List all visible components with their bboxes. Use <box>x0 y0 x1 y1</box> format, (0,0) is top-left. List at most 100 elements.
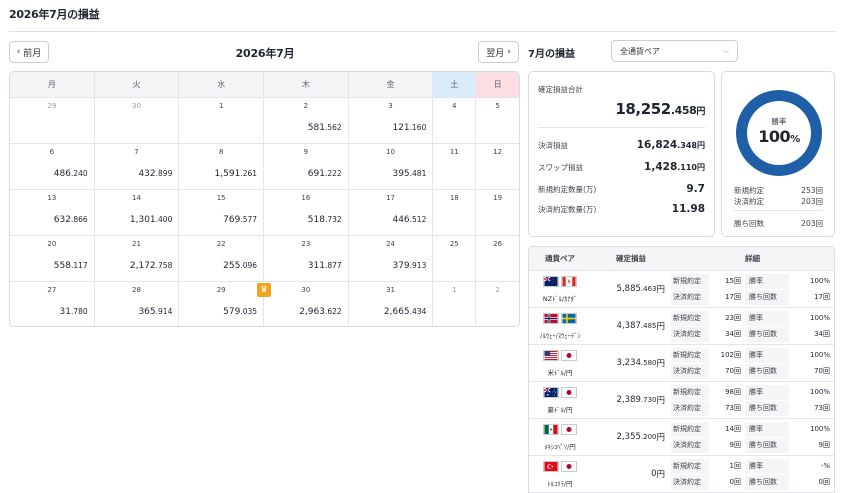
pair-row[interactable]: ﾉﾙｳｪｰ/ｽｳｪｰﾃﾞﾝ 4,387.485 円新規約定 23回 勝率 100% 決済約定… <box>529 308 834 345</box>
prev-month-button[interactable]: ‹ 前月 <box>9 41 49 63</box>
calendar-day-cell[interactable]: 27 31.780 <box>10 282 95 326</box>
calendar-day-cell[interactable]: 7 432.899 <box>95 144 180 189</box>
close-quantity-row: 決済約定数量(万) 11.98 <box>538 203 705 215</box>
next-month-button[interactable]: 翌月 › <box>478 41 519 63</box>
weekday-header: 火 <box>94 72 180 98</box>
day-number: 8 <box>218 148 224 156</box>
pair-row[interactable]: 米ﾄﾞﾙ/円 3,234.580 円新規約定 102回 勝率 100% 決済約定 70回 勝ち回… <box>529 345 834 382</box>
calendar-day-cell[interactable]: 30 ♛ 2,963.622 <box>257 282 349 326</box>
day-profit: 31.780 <box>59 307 88 317</box>
win-rate-label: 勝率 <box>745 347 789 363</box>
calendar-grid: 月火水木金土日 29 30 1 2 581.562 3 121.160 4 5 6 486.240 7… <box>9 71 520 327</box>
close-trades-value: 17回 <box>725 292 741 301</box>
pair-detail: 新規約定 102回 勝率 100% 決済約定 70回 勝ち回数 70回 <box>671 345 834 381</box>
new-trades-value: 14回 <box>725 424 741 433</box>
pair-detail: 新規約定 23回 勝率 100% 決済約定 34回 勝ち回数 34回 <box>671 308 834 344</box>
calendar-day-cell[interactable]: 30 <box>95 98 180 143</box>
pair-flags <box>529 387 591 398</box>
calendar-day-cell[interactable]: 1 <box>433 282 477 326</box>
pair-row[interactable]: NZﾄﾞﾙ/ｶﾅﾀﾞ 5,885.463 円新規約定 15回 勝率 100% 決済約定 17回… <box>529 271 834 308</box>
close-quantity-value: 11.98 <box>671 203 705 215</box>
pair-cell: ﾒｷｼｺﾍﾟｿ/円 <box>529 419 591 455</box>
calendar-day-cell[interactable]: 6 486.240 <box>10 144 95 189</box>
flag-mx-icon <box>543 424 559 435</box>
pair-row[interactable]: 豪ﾄﾞﾙ/円 2,389.730 円新規約定 98回 勝率 100% 決済約定 73回 勝ち回数… <box>529 382 834 419</box>
profit-summary-card: 確定損益合計 18,252.458円 決済損益 16,824.348円 スワップ… <box>528 71 715 237</box>
calendar-day-cell[interactable]: 29 579.035 <box>179 282 265 326</box>
weekday-header: 月 <box>10 72 95 98</box>
calendar-day-cell[interactable]: 16 518.732 <box>264 190 349 235</box>
calendar-week-row: 20 558.117 21 2,172.758 22 255.096 23 311.877 24… <box>10 236 519 282</box>
day-profit: 2,963.622 <box>299 307 342 317</box>
calendar-day-cell[interactable]: 11 <box>433 144 477 189</box>
calendar-day-cell[interactable]: 20 558.117 <box>10 236 95 281</box>
day-number: 30 <box>301 286 311 294</box>
close-trades-value: 0回 <box>729 477 741 486</box>
pair-name: 豪ﾄﾞﾙ/円 <box>547 406 573 414</box>
calendar-day-cell[interactable]: 29 <box>10 98 95 143</box>
win-rate-value: 100% <box>809 387 830 396</box>
day-number: 29 <box>47 102 57 110</box>
settled-profit-label: 決済損益 <box>538 141 568 150</box>
day-profit: 121.160 <box>392 123 427 133</box>
win-rate-value: 100% <box>809 350 830 359</box>
calendar-day-cell[interactable]: 19 <box>476 190 519 235</box>
calendar-day-cell[interactable]: 28 365.914 <box>95 282 180 326</box>
calendar-day-cell[interactable]: 2 581.562 <box>264 98 349 143</box>
day-number: 27 <box>47 286 57 294</box>
calendar-day-cell[interactable]: 26 <box>476 236 519 281</box>
day-profit: 365.914 <box>138 307 173 317</box>
calendar-day-cell[interactable]: 25 <box>433 236 477 281</box>
day-profit: 558.117 <box>53 261 88 271</box>
calendar-day-cell[interactable]: 10 395.481 <box>349 144 434 189</box>
day-profit: 446.512 <box>392 215 427 225</box>
weekday-header: 金 <box>348 72 434 98</box>
day-number: 19 <box>493 194 503 202</box>
new-trades-value: 98回 <box>725 387 741 396</box>
day-number: 31 <box>386 286 395 294</box>
calendar-day-cell[interactable]: 1 <box>179 98 265 143</box>
calendar-day-cell[interactable]: 9 691.222 <box>264 144 349 189</box>
pair-row[interactable]: ﾒｷｼｺﾍﾟｿ/円 2,355.200 円新規約定 14回 勝率 100% 決済約定 9回 勝ち… <box>529 419 834 456</box>
calendar-day-cell[interactable]: 21 2,172.758 <box>95 236 180 281</box>
wins-label: 勝ち回数 <box>745 363 789 379</box>
pair-flags <box>529 350 591 361</box>
pair-row[interactable]: ﾄﾙｺﾘﾗ/円 0 円新規約定 1回 勝率 -% 決済約定 0回 勝ち回数 0回 <box>529 456 834 493</box>
calendar-day-cell[interactable]: 24 379.913 <box>349 236 434 281</box>
day-profit: 691.222 <box>307 169 342 179</box>
day-profit: 2,172.758 <box>129 261 173 271</box>
new-trades-label: 新規約定 <box>671 421 709 437</box>
calendar-day-cell[interactable]: 8 1,591.261 <box>179 144 265 189</box>
day-number: 14 <box>132 194 141 202</box>
calendar-month-label: 2026年7月 <box>235 47 295 60</box>
wins-value: 17回 <box>814 292 830 301</box>
day-number: 2 <box>495 286 500 294</box>
pair-detail: 新規約定 15回 勝率 100% 決済約定 17回 勝ち回数 17回 <box>671 271 834 307</box>
pair-profit: 4,387.485 円 <box>616 321 665 332</box>
calendar-day-cell[interactable]: 31 2,665.434 <box>349 282 434 326</box>
calendar-day-cell[interactable]: 14 1,301.400 <box>95 190 180 235</box>
calendar-day-cell[interactable]: 23 311.877 <box>264 236 349 281</box>
calendar-day-cell[interactable]: 17 446.512 <box>349 190 434 235</box>
close-trades-label: 決済約定 <box>671 400 709 416</box>
calendar-day-cell[interactable]: 13 632.866 <box>10 190 95 235</box>
swap-profit-row: スワップ損益 1,428.110円 <box>538 161 705 173</box>
day-number: 13 <box>47 194 57 202</box>
calendar-day-cell[interactable]: 3 121.160 <box>349 98 434 143</box>
calendar-day-cell[interactable]: 15 769.577 <box>179 190 265 235</box>
calendar-day-cell[interactable]: 4 <box>433 98 477 143</box>
prev-month-label: 前月 <box>23 48 42 59</box>
calendar-day-cell[interactable]: 18 <box>433 190 477 235</box>
win-divider <box>734 210 823 211</box>
calendar-day-cell[interactable]: 22 255.096 <box>179 236 265 281</box>
calendar-day-cell[interactable]: 12 <box>476 144 519 189</box>
wins-value: 0回 <box>818 477 830 486</box>
day-profit: 632.866 <box>53 215 88 225</box>
day-number: 24 <box>386 240 395 248</box>
new-trades-value: 1回 <box>729 461 741 470</box>
calendar-day-cell[interactable]: 2 <box>476 282 519 326</box>
day-profit: 581.562 <box>307 123 342 133</box>
currency-pair-select[interactable]: 全通貨ペア ⌵ <box>611 40 738 62</box>
calendar-day-cell[interactable]: 5 <box>476 98 519 143</box>
win-rate-value: 100% <box>809 424 830 433</box>
